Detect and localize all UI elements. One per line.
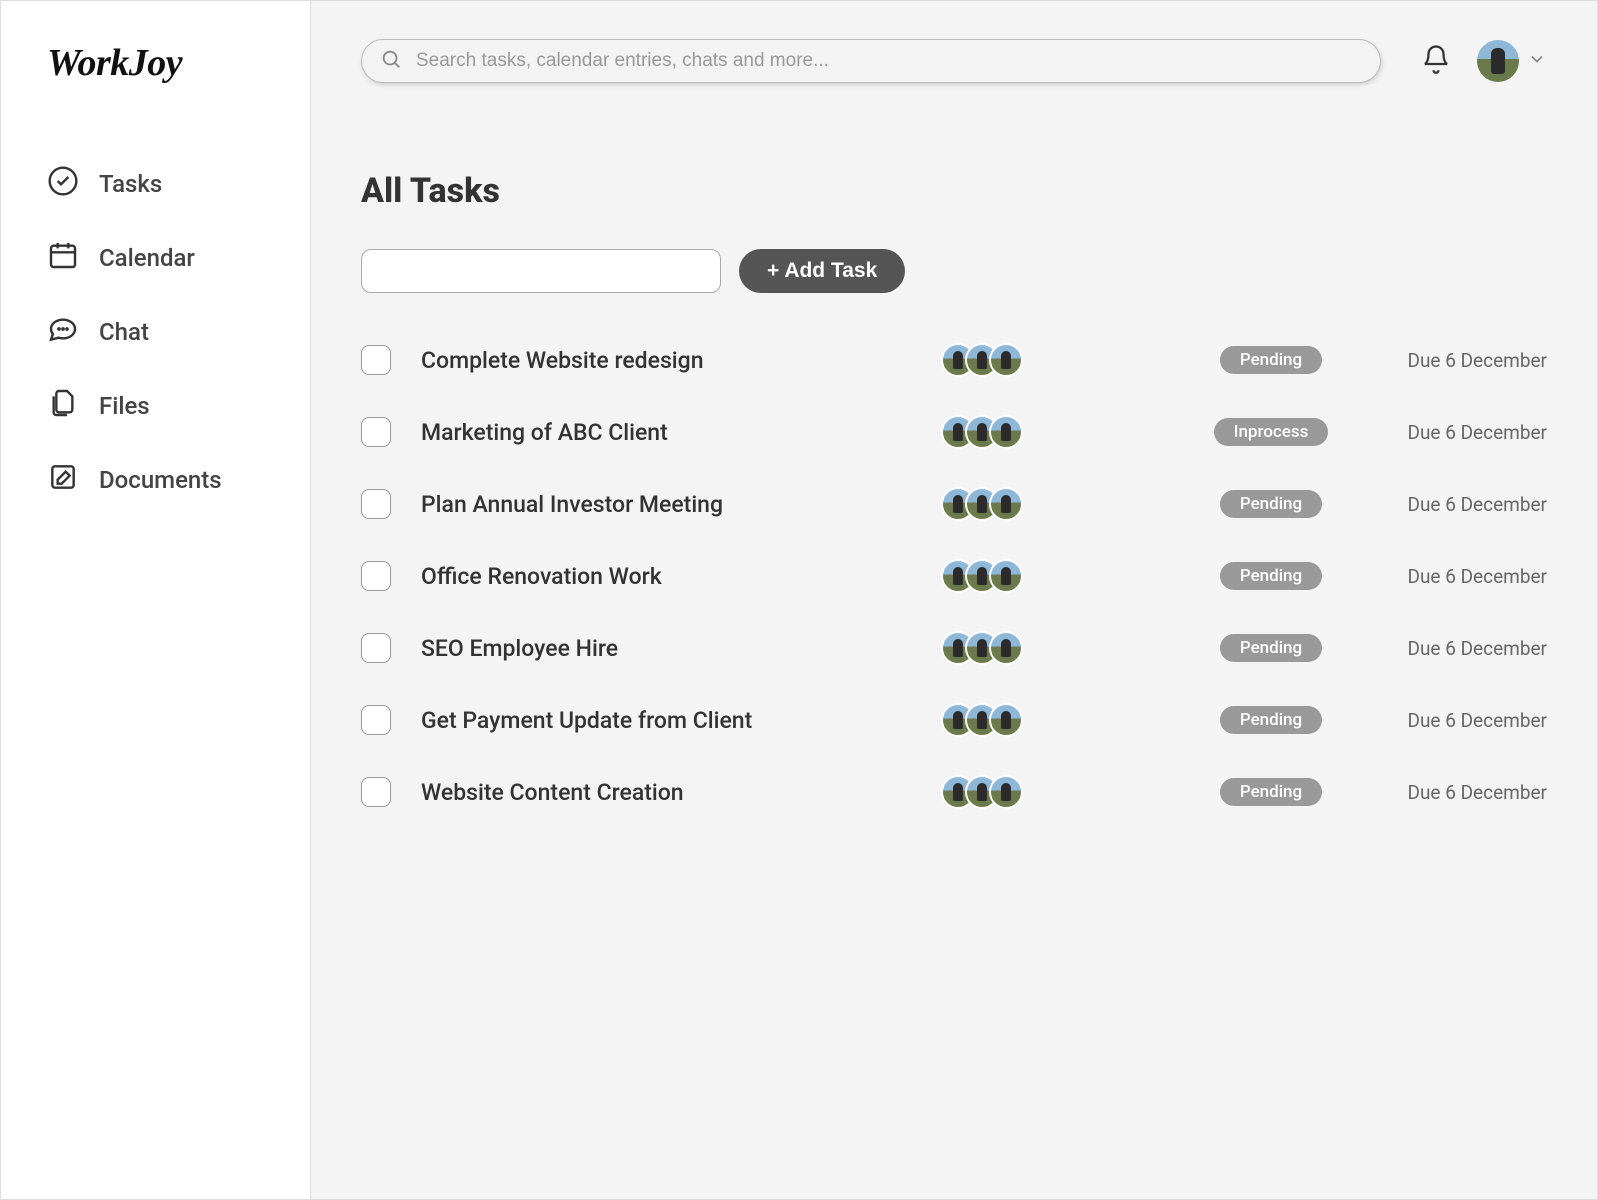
task-status-badge: Pending (1220, 346, 1322, 374)
sidebar: WorkJoy Tasks Calendar Chat (1, 1, 311, 1199)
sidebar-item-label: Chat (99, 318, 149, 346)
sidebar-item-files[interactable]: Files (47, 387, 310, 425)
task-checkbox[interactable] (361, 561, 391, 591)
task-title[interactable]: Office Renovation Work (421, 563, 921, 590)
task-assignees[interactable] (941, 775, 1141, 809)
sidebar-item-documents[interactable]: Documents (47, 461, 310, 499)
task-status-badge: Pending (1220, 490, 1322, 518)
task-title[interactable]: Plan Annual Investor Meeting (421, 491, 921, 518)
sidebar-item-chat[interactable]: Chat (47, 313, 310, 351)
search-icon (380, 48, 416, 74)
task-checkbox[interactable] (361, 417, 391, 447)
task-status-wrap: Pending (1161, 634, 1381, 662)
task-due: Due 6 December (1401, 565, 1547, 588)
task-assignees[interactable] (941, 487, 1141, 521)
assignee-avatar (989, 487, 1023, 521)
task-title[interactable]: SEO Employee Hire (421, 635, 921, 662)
task-status-badge: Pending (1220, 706, 1322, 734)
assignee-avatar (989, 559, 1023, 593)
task-due: Due 6 December (1401, 637, 1547, 660)
task-assignees[interactable] (941, 343, 1141, 377)
task-row: Marketing of ABC Client Inprocess Due 6 De… (361, 415, 1547, 449)
task-assignees[interactable] (941, 703, 1141, 737)
assignee-avatar (989, 631, 1023, 665)
task-row: Plan Annual Investor Meeting Pending Due 6… (361, 487, 1547, 521)
task-title[interactable]: Marketing of ABC Client (421, 419, 921, 446)
task-checkbox[interactable] (361, 705, 391, 735)
new-task-input[interactable] (361, 249, 721, 293)
task-list: Complete Website redesign Pending Due 6 De… (361, 343, 1547, 809)
topbar-right (1421, 40, 1547, 82)
page-title: All Tasks (361, 171, 1547, 211)
search-bar[interactable] (361, 39, 1381, 83)
nav: Tasks Calendar Chat Files (47, 165, 310, 499)
task-title[interactable]: Complete Website redesign (421, 347, 921, 374)
task-status-wrap: Pending (1161, 778, 1381, 806)
task-status-wrap: Inprocess (1161, 418, 1381, 446)
sidebar-item-label: Files (99, 392, 150, 420)
task-status-wrap: Pending (1161, 490, 1381, 518)
topbar (361, 1, 1547, 121)
task-status-badge: Pending (1220, 562, 1322, 590)
chat-icon (47, 313, 79, 351)
task-due: Due 6 December (1401, 349, 1547, 372)
task-assignees[interactable] (941, 415, 1141, 449)
task-assignees[interactable] (941, 559, 1141, 593)
task-status-wrap: Pending (1161, 706, 1381, 734)
calendar-icon (47, 239, 79, 277)
brand-logo: WorkJoy (47, 41, 310, 85)
task-row: Complete Website redesign Pending Due 6 De… (361, 343, 1547, 377)
assignee-avatar (989, 343, 1023, 377)
chevron-down-icon (1527, 49, 1547, 73)
toolbar: + Add Task (361, 249, 1547, 293)
files-icon (47, 387, 79, 425)
main-content: All Tasks + Add Task Complete Website re… (311, 1, 1597, 1199)
search-input[interactable] (416, 50, 1362, 72)
sidebar-item-label: Calendar (99, 244, 195, 272)
task-status-wrap: Pending (1161, 562, 1381, 590)
task-title[interactable]: Website Content Creation (421, 779, 921, 806)
task-row: SEO Employee Hire Pending Due 6 December (361, 631, 1547, 665)
sidebar-item-tasks[interactable]: Tasks (47, 165, 310, 203)
edit-document-icon (47, 461, 79, 499)
notifications-button[interactable] (1421, 44, 1451, 78)
sidebar-item-label: Tasks (99, 170, 162, 198)
task-row: Website Content Creation Pending Due 6 Dec… (361, 775, 1547, 809)
task-due: Due 6 December (1401, 421, 1547, 444)
user-menu[interactable] (1477, 40, 1547, 82)
task-due: Due 6 December (1401, 493, 1547, 516)
task-due: Due 6 December (1401, 709, 1547, 732)
task-checkbox[interactable] (361, 345, 391, 375)
sidebar-item-label: Documents (99, 466, 222, 494)
add-task-button[interactable]: + Add Task (739, 249, 905, 293)
task-status-wrap: Pending (1161, 346, 1381, 374)
task-row: Office Renovation Work Pending Due 6 Decem… (361, 559, 1547, 593)
assignee-avatar (989, 703, 1023, 737)
task-due: Due 6 December (1401, 781, 1547, 804)
task-checkbox[interactable] (361, 489, 391, 519)
task-status-badge: Pending (1220, 634, 1322, 662)
user-avatar (1477, 40, 1519, 82)
task-checkbox[interactable] (361, 777, 391, 807)
assignee-avatar (989, 775, 1023, 809)
task-row: Get Payment Update from Client Pending Due… (361, 703, 1547, 737)
task-checkbox[interactable] (361, 633, 391, 663)
check-circle-icon (47, 165, 79, 203)
sidebar-item-calendar[interactable]: Calendar (47, 239, 310, 277)
task-status-badge: Inprocess (1214, 418, 1329, 446)
task-title[interactable]: Get Payment Update from Client (421, 707, 921, 734)
task-status-badge: Pending (1220, 778, 1322, 806)
task-assignees[interactable] (941, 631, 1141, 665)
assignee-avatar (989, 415, 1023, 449)
